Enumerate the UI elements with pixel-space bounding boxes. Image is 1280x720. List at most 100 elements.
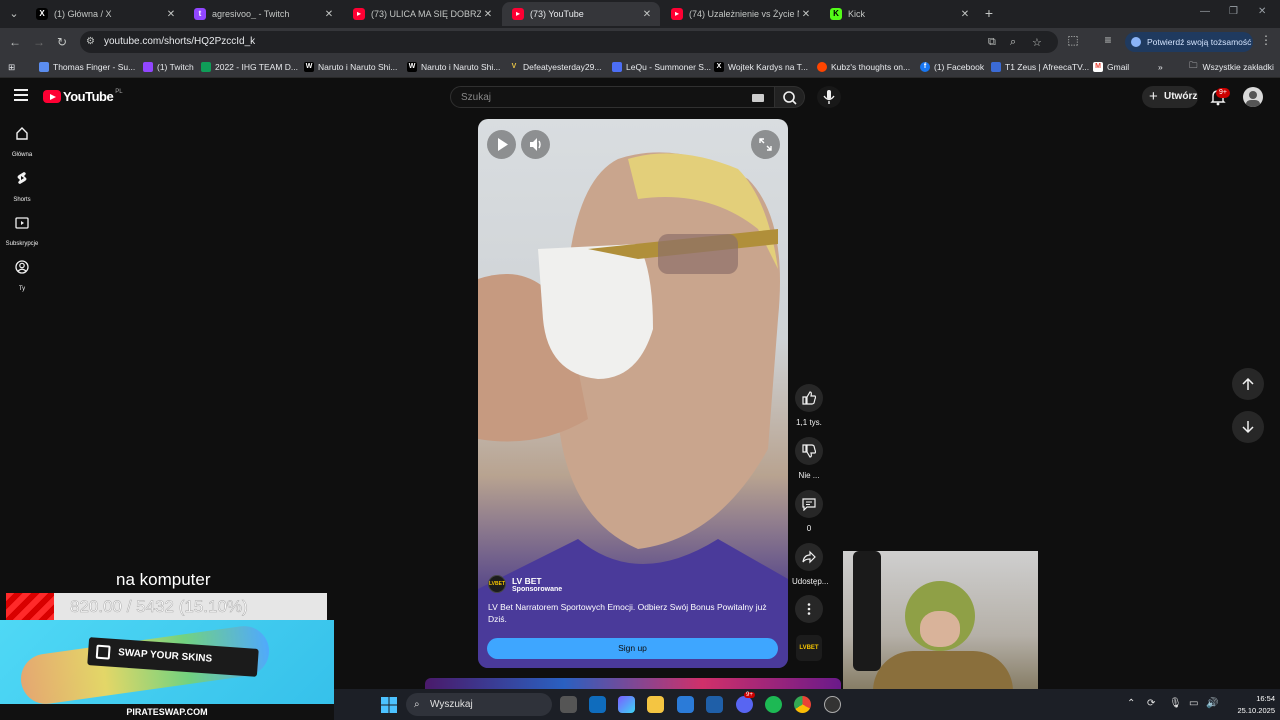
advertiser-name[interactable]: LV BET (512, 576, 562, 586)
bookmark-star-icon[interactable]: ☆ (1032, 36, 1042, 49)
next-short-button[interactable] (1232, 411, 1264, 443)
copilot-icon[interactable] (618, 696, 635, 713)
close-tab-icon[interactable]: ✕ (640, 9, 654, 20)
file-explorer-icon[interactable] (647, 696, 664, 713)
reload-icon[interactable]: ↻ (53, 33, 71, 51)
outlook-icon[interactable] (589, 696, 606, 713)
browser-menu-icon[interactable]: ⋮ (1257, 33, 1275, 47)
sidenav-subscriptions[interactable]: Subskrypcje (0, 215, 44, 250)
w-icon: W (304, 62, 314, 72)
bookmark-item[interactable]: Kubz's thoughts on... (817, 60, 910, 74)
close-tab-icon[interactable]: ✕ (799, 9, 813, 20)
app-icon[interactable] (706, 696, 723, 713)
microphone-tray-icon[interactable]: 🎙 (1169, 698, 1182, 709)
mute-button[interactable] (521, 130, 550, 159)
tab-youtube-uzaleznienie[interactable]: ▸ (74) Uzależnienie vs Życie Now ✕ (661, 2, 819, 26)
share-button[interactable] (795, 543, 823, 571)
more-options-button[interactable] (795, 595, 823, 623)
tab-youtube-ulica[interactable]: ▸ (73) ULICA MA SIĘ DOBRZE - Y ✕ (343, 2, 501, 26)
like-action[interactable]: 1,1 tys. (792, 384, 826, 427)
bookmark-item[interactable]: X Wojtek Kardys na T... (714, 60, 808, 74)
dislike-action[interactable]: Nie ... (792, 437, 826, 480)
like-button[interactable] (795, 384, 823, 412)
more-action[interactable] (792, 595, 826, 623)
more-bookmarks-icon[interactable]: » (1158, 60, 1163, 74)
spotify-icon[interactable] (765, 696, 782, 713)
new-tab-icon[interactable]: + (980, 4, 998, 22)
app-active-icon[interactable] (824, 696, 841, 713)
dislike-button[interactable] (795, 437, 823, 465)
advertiser-thumbnail[interactable]: LVBET (796, 635, 822, 661)
tab-youtube-active[interactable]: ▸ (73) YouTube ✕ (502, 2, 660, 26)
restore-icon[interactable]: ❐ (1229, 6, 1238, 17)
bookmark-label: Kubz's thoughts on... (831, 62, 911, 72)
bookmark-item[interactable]: LeQu - Summoner S... (612, 60, 711, 74)
bookmark-item[interactable]: M Gmail (1093, 60, 1129, 74)
comments-action[interactable]: 0 (792, 490, 826, 533)
play-button[interactable] (487, 130, 516, 159)
youtube-logo[interactable]: YouTube PL (43, 89, 123, 104)
bookmark-item[interactable]: (1) Twitch (143, 60, 194, 74)
sidenav-you[interactable]: Ty (0, 260, 44, 295)
search-input[interactable]: Szukaj (450, 86, 775, 108)
close-tab-icon[interactable]: ✕ (322, 9, 336, 20)
sidenav-shorts[interactable]: Shorts (0, 171, 44, 206)
sync-icon[interactable]: ⟳ (1147, 698, 1155, 709)
bookmark-item[interactable]: 2022 - IHG TEAM D... (201, 60, 298, 74)
address-bar[interactable]: ⚙ youtube.com/shorts/HQ2PzccId_k ⧉ ⌕ ☆ (80, 31, 1058, 53)
create-label: Utwórz (1164, 91, 1198, 102)
chrome-icon[interactable] (794, 696, 811, 713)
network-icon[interactable]: ▭ (1189, 698, 1198, 709)
tray-expand-icon[interactable]: ⌃ (1127, 698, 1135, 709)
voice-search-button[interactable] (817, 86, 841, 108)
tab-search-chevron-icon[interactable]: ⌄ (4, 4, 24, 24)
sign-up-button[interactable]: Sign up (487, 638, 778, 659)
extensions-icon[interactable]: ⬚ (1064, 33, 1082, 47)
store-icon[interactable] (677, 696, 694, 713)
short-video-player[interactable]: LVBET LV BET Sponsorowane LV Bet Narrato… (478, 119, 788, 668)
close-tab-icon[interactable]: ✕ (164, 9, 178, 20)
tab-x[interactable]: X (1) Główna / X ✕ (26, 2, 184, 26)
close-tab-icon[interactable]: ✕ (481, 9, 495, 20)
comments-button[interactable] (795, 490, 823, 518)
back-icon[interactable]: ← (6, 33, 24, 51)
fullscreen-button[interactable] (751, 130, 780, 159)
clock-time: 16:54 (1256, 694, 1275, 703)
bookmark-item[interactable]: V Defeatyesterday29... (509, 60, 601, 74)
bookmark-item[interactable]: W Naruto i Naruto Shi... (304, 60, 397, 74)
share-label: Udostęp... (792, 577, 829, 586)
close-window-icon[interactable]: ✕ (1258, 6, 1266, 17)
bookmark-item[interactable]: T1 Zeus | AfreecaTV... (991, 60, 1089, 74)
previous-short-button[interactable] (1232, 368, 1264, 400)
advertiser-logo[interactable]: LVBET (488, 575, 506, 593)
zoom-icon[interactable]: ⌕ (1010, 36, 1016, 49)
sidenav-home[interactable]: Główna (0, 126, 44, 161)
menu-icon[interactable] (14, 89, 28, 101)
like-count: 1,1 tys. (796, 418, 822, 427)
keyboard-icon[interactable] (752, 94, 764, 102)
tab-kick[interactable]: K Kick ✕ (820, 2, 978, 26)
tab-twitch[interactable]: t agresivoo_ - Twitch ✕ (184, 2, 342, 26)
media-controls-icon[interactable]: ≡ (1099, 33, 1117, 47)
clock[interactable]: 16:54 25.10.2025 (1229, 693, 1275, 717)
install-app-icon[interactable]: ⧉ (988, 36, 996, 49)
verify-identity-button[interactable]: Potwierdź swoją tożsamość (1125, 32, 1253, 52)
bookmark-item[interactable]: W Naruto i Naruto Shi... (407, 60, 500, 74)
speaker-icon[interactable]: 🔊 (1206, 698, 1218, 709)
avatar[interactable] (1243, 87, 1263, 107)
site-info-icon[interactable]: ⚙ (86, 36, 95, 47)
discord-icon[interactable] (736, 696, 753, 713)
windows-start-icon[interactable] (381, 697, 397, 713)
bookmark-item[interactable]: Thomas Finger - Su... (39, 60, 135, 74)
taskbar-search[interactable]: ⌕ Wyszukaj (406, 693, 552, 716)
apps-icon[interactable]: ⊞ (8, 60, 15, 74)
forward-icon[interactable]: → (30, 33, 48, 51)
close-tab-icon[interactable]: ✕ (958, 9, 972, 20)
share-action[interactable]: Udostęp... (792, 543, 829, 586)
create-button[interactable]: + Utwórz (1142, 86, 1198, 108)
bookmark-item[interactable]: f (1) Facebook (920, 60, 984, 74)
search-button[interactable] (775, 86, 805, 108)
task-view-icon[interactable] (560, 696, 577, 713)
all-bookmarks[interactable]: 🗀 Wszystkie zakładki (1189, 60, 1274, 74)
minimize-icon[interactable]: — (1200, 6, 1210, 17)
